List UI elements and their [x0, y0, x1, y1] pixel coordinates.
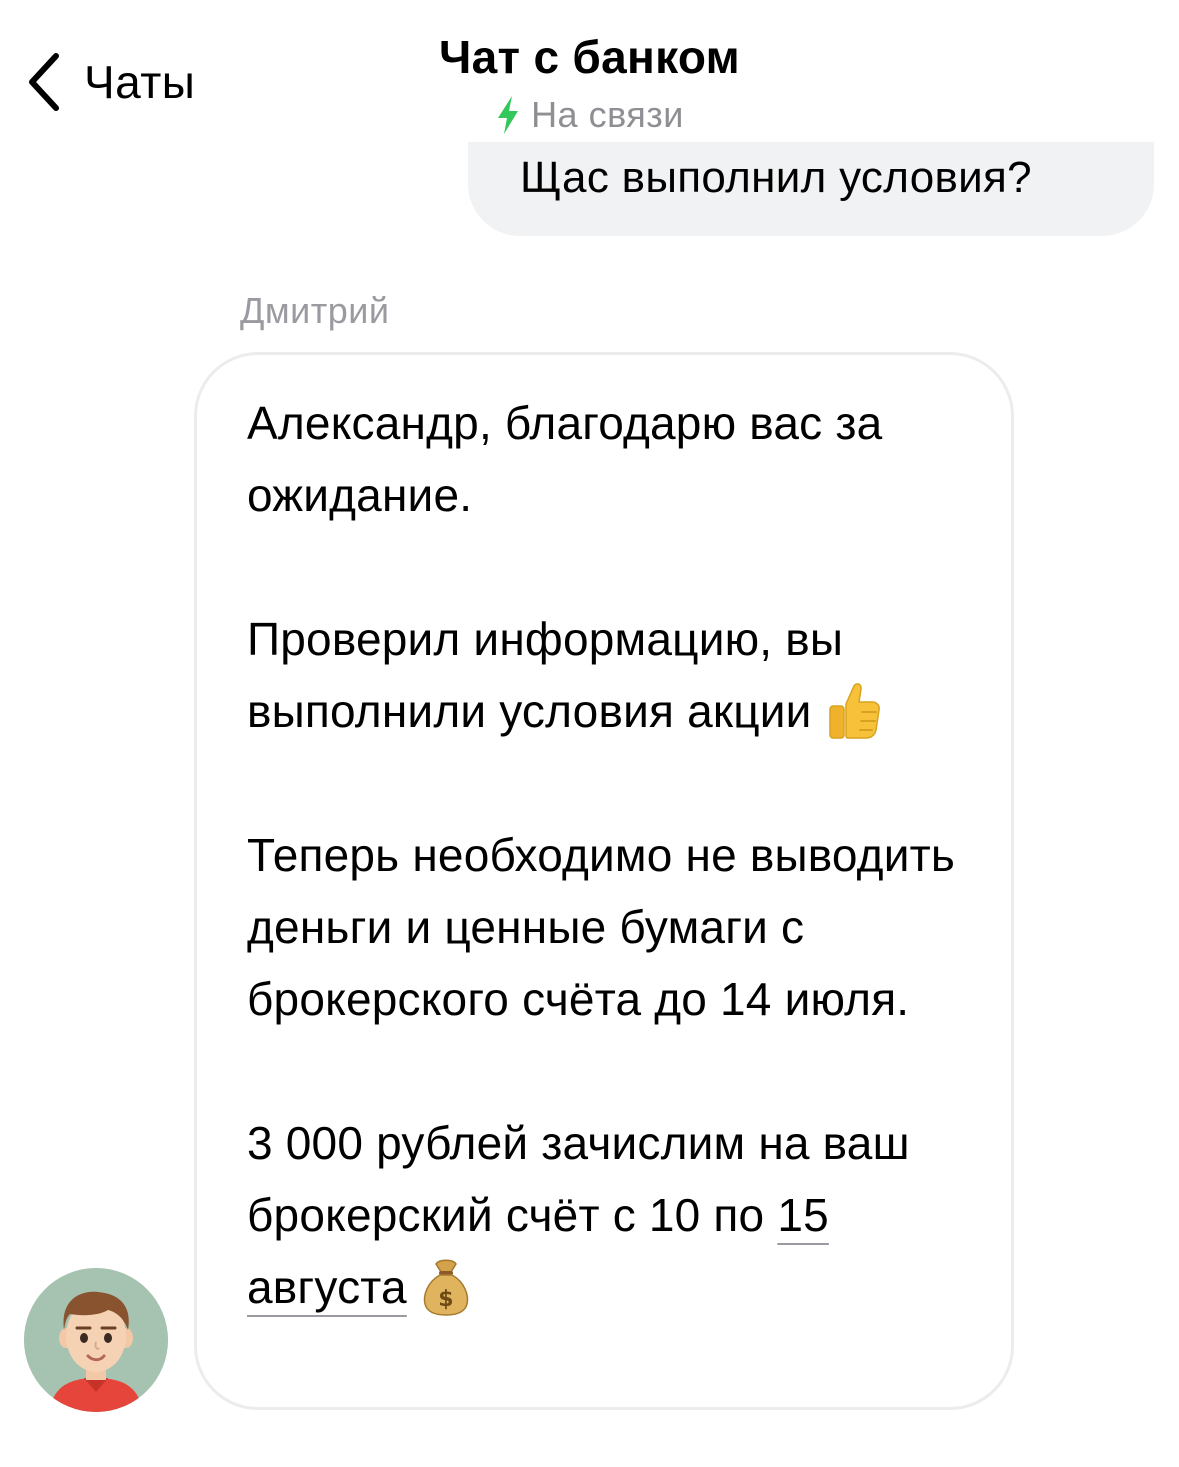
message-paragraph: Александр, благодарю вас за ожидание.	[247, 397, 883, 521]
status-indicator: На связи	[0, 94, 1179, 136]
outgoing-message-bubble[interactable]: Щас выполнил условия?	[468, 142, 1154, 236]
avatar[interactable]	[24, 1268, 168, 1412]
thumbs-up-icon	[828, 682, 880, 739]
message-paragraph: 3 000 рублей зачислим на ваш брокерский …	[247, 1107, 971, 1323]
svg-text:$: $	[438, 1287, 454, 1312]
sender-name: Дмитрий	[240, 290, 390, 331]
incoming-message-bubble[interactable]: Александр, благодарю вас за ожидание. Пр…	[194, 352, 1014, 1410]
lightning-bolt-icon	[498, 96, 519, 134]
message-paragraph: Теперь необходимо не выводить деньги и ц…	[247, 829, 956, 1025]
status-text: На связи	[531, 94, 684, 135]
outgoing-message-text: Щас выполнил условия?	[520, 153, 1032, 202]
money-bag-icon: $	[423, 1259, 469, 1316]
avatar-image	[24, 1268, 168, 1412]
message-paragraph: Проверил информацию, вы выполнили услови…	[247, 603, 971, 747]
chat-title: Чат с банком	[439, 31, 740, 83]
